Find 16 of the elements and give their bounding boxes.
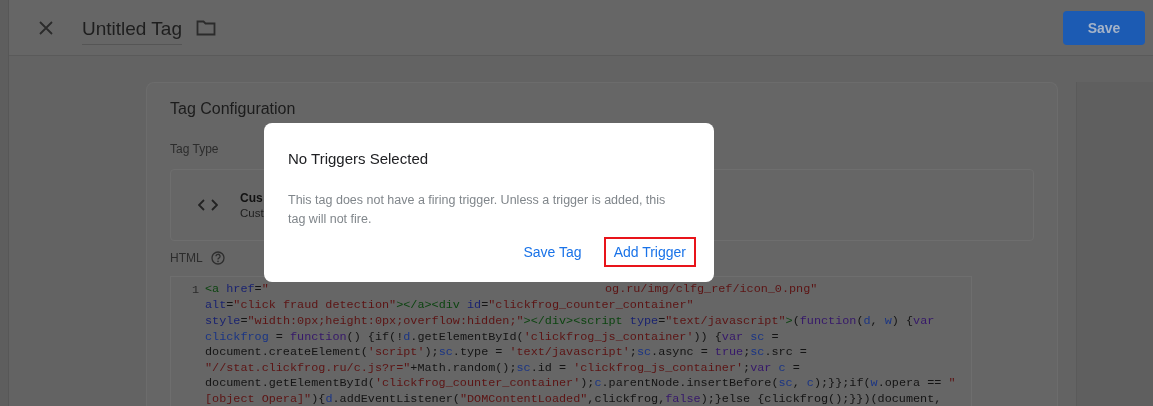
tag-type-name: Cus xyxy=(240,191,264,205)
tag-type-description: Cust xyxy=(240,207,264,219)
card-title: Tag Configuration xyxy=(170,100,297,118)
code-line: style="width:0px;height:0px;overflow:hidden;"></div><script type="text/javascript">(function(d, w) {var xyxy=(205,314,935,328)
code-line: alt="click fraud detection"></a><div id="clickfrog_counter_container" xyxy=(205,298,694,313)
html-label: HTML xyxy=(170,251,203,265)
dialog-title: No Triggers Selected xyxy=(288,150,430,167)
code-line: "//stat.clickfrog.ru/c.js?r="+Math.random();sc.id = 'clickfrog_js_container';var c = xyxy=(205,360,800,375)
code-line: document.getElementById('clickfrog_counter_container');c.parentNode.insertBefore(sc, c);}};if(w.opera == " xyxy=(205,376,956,391)
code-line: document.createElement('script');sc.type = 'text/javascript';sc.async = true;sc.src = xyxy=(205,345,807,360)
code-line: [object Opera]"){d.addEventListener("DOMContentLoaded",clickfrog,false);}else {clickfrog();}})(document, xyxy=(205,391,942,406)
dialog-message: This tag does not have a firing trigger. Unless a trigger is added, this tag will not fire. xyxy=(288,192,667,228)
code-text: <a href=" xyxy=(205,282,269,298)
code-line: clickfrog = function() {if(!d.getElementById('clickfrog_js_container')) {var sc = xyxy=(205,329,779,344)
code-text: og.ru/img/clfg_ref/icon_0.png" xyxy=(604,282,818,298)
tag-type-label: Tag Type xyxy=(170,142,220,156)
